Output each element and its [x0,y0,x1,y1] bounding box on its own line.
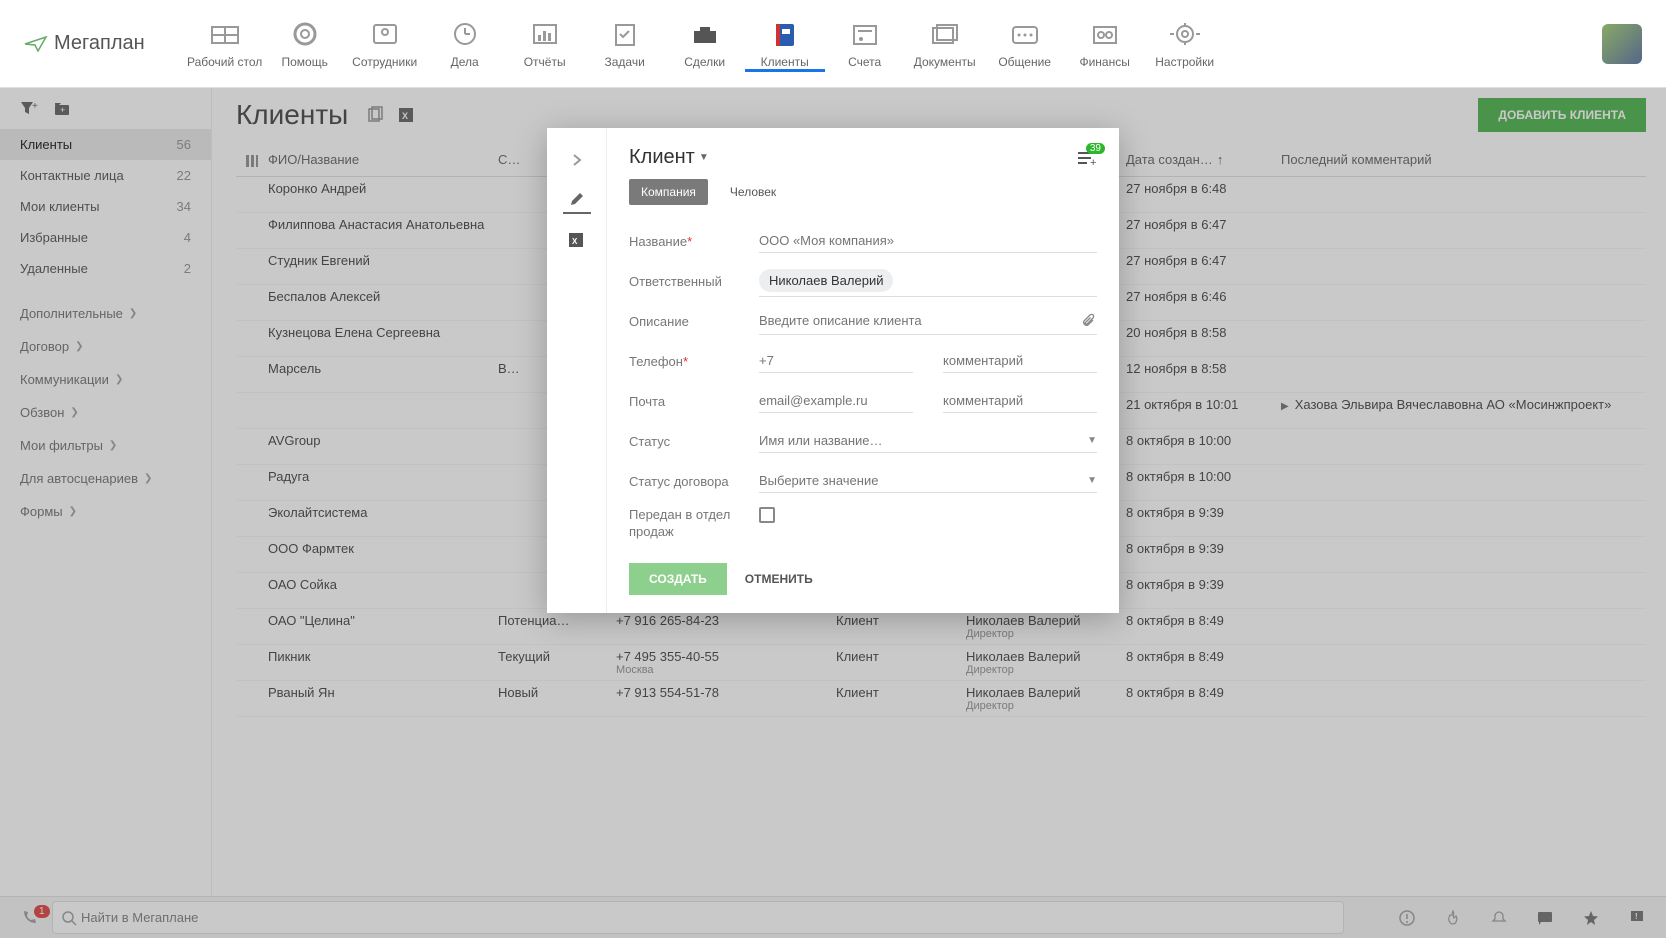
paperclip-icon[interactable] [1081,312,1097,330]
email-label: Почта [629,394,759,409]
owner-chip[interactable]: Николаев Валерий [759,269,893,292]
nav-Сотрудники[interactable]: Сотрудники [345,15,425,72]
modal-title: Клиент [629,146,695,169]
nav-Помощь[interactable]: Помощь [265,15,345,72]
email-comment-input[interactable] [943,393,1097,408]
sales-checkbox[interactable] [759,507,775,523]
status-label: Статус [629,434,759,449]
chevron-down-icon: ▼ [1087,475,1097,486]
chevron-down-icon[interactable]: ▼ [699,152,709,163]
nav-Рабочий стол[interactable]: Рабочий стол [185,15,265,72]
create-client-modal: X Клиент ▼ + 39 Компания Человек Названи… [547,128,1119,613]
desc-input[interactable] [759,313,1073,328]
phone-label: Телефон [629,354,683,369]
create-button[interactable]: СОЗДАТЬ [629,563,727,595]
nav-Клиенты[interactable]: Клиенты [745,15,825,72]
sales-label: Передан в отдел продаж [629,507,759,541]
name-input[interactable] [759,233,1097,248]
tab-person[interactable]: Человек [718,179,788,205]
nav-Счета[interactable]: Счета [825,15,905,72]
nav-Отчёты[interactable]: Отчёты [505,15,585,72]
contract-label: Статус договора [629,474,759,489]
owner-label: Ответственный [629,274,759,289]
svg-text:+: + [1090,157,1096,166]
contract-select[interactable] [759,473,1079,488]
nav-Задачи[interactable]: Задачи [585,15,665,72]
email-input[interactable] [759,393,913,408]
paper-plane-icon [24,36,48,52]
avatar[interactable] [1602,24,1642,64]
topnav: Мегаплан Рабочий столПомощьСотрудникиДел… [0,0,1666,88]
nav-Сделки[interactable]: Сделки [665,15,745,72]
chevron-down-icon: ▼ [1087,435,1097,446]
nav-Дела[interactable]: Дела [425,15,505,72]
nav-Общение[interactable]: Общение [985,15,1065,72]
excel-export-icon[interactable]: X [563,226,591,254]
cancel-button[interactable]: ОТМЕНИТЬ [745,572,813,586]
list-badge-count: 39 [1086,143,1105,154]
phone-input[interactable] [759,353,913,368]
logo[interactable]: Мегаплан [24,32,145,55]
svg-text:X: X [572,237,578,246]
desc-label: Описание [629,314,759,329]
status-select[interactable] [759,433,1079,448]
brand-name: Мегаплан [54,32,145,55]
list-add-icon[interactable]: + 39 [1077,149,1097,166]
phone-comment-input[interactable] [943,353,1097,368]
nav-Настройки[interactable]: Настройки [1145,15,1225,72]
pencil-icon[interactable] [563,186,591,214]
nav-Документы[interactable]: Документы [905,15,985,72]
back-icon[interactable] [563,146,591,174]
name-label: Название [629,234,687,249]
nav-Финансы[interactable]: Финансы [1065,15,1145,72]
tab-company[interactable]: Компания [629,179,708,205]
